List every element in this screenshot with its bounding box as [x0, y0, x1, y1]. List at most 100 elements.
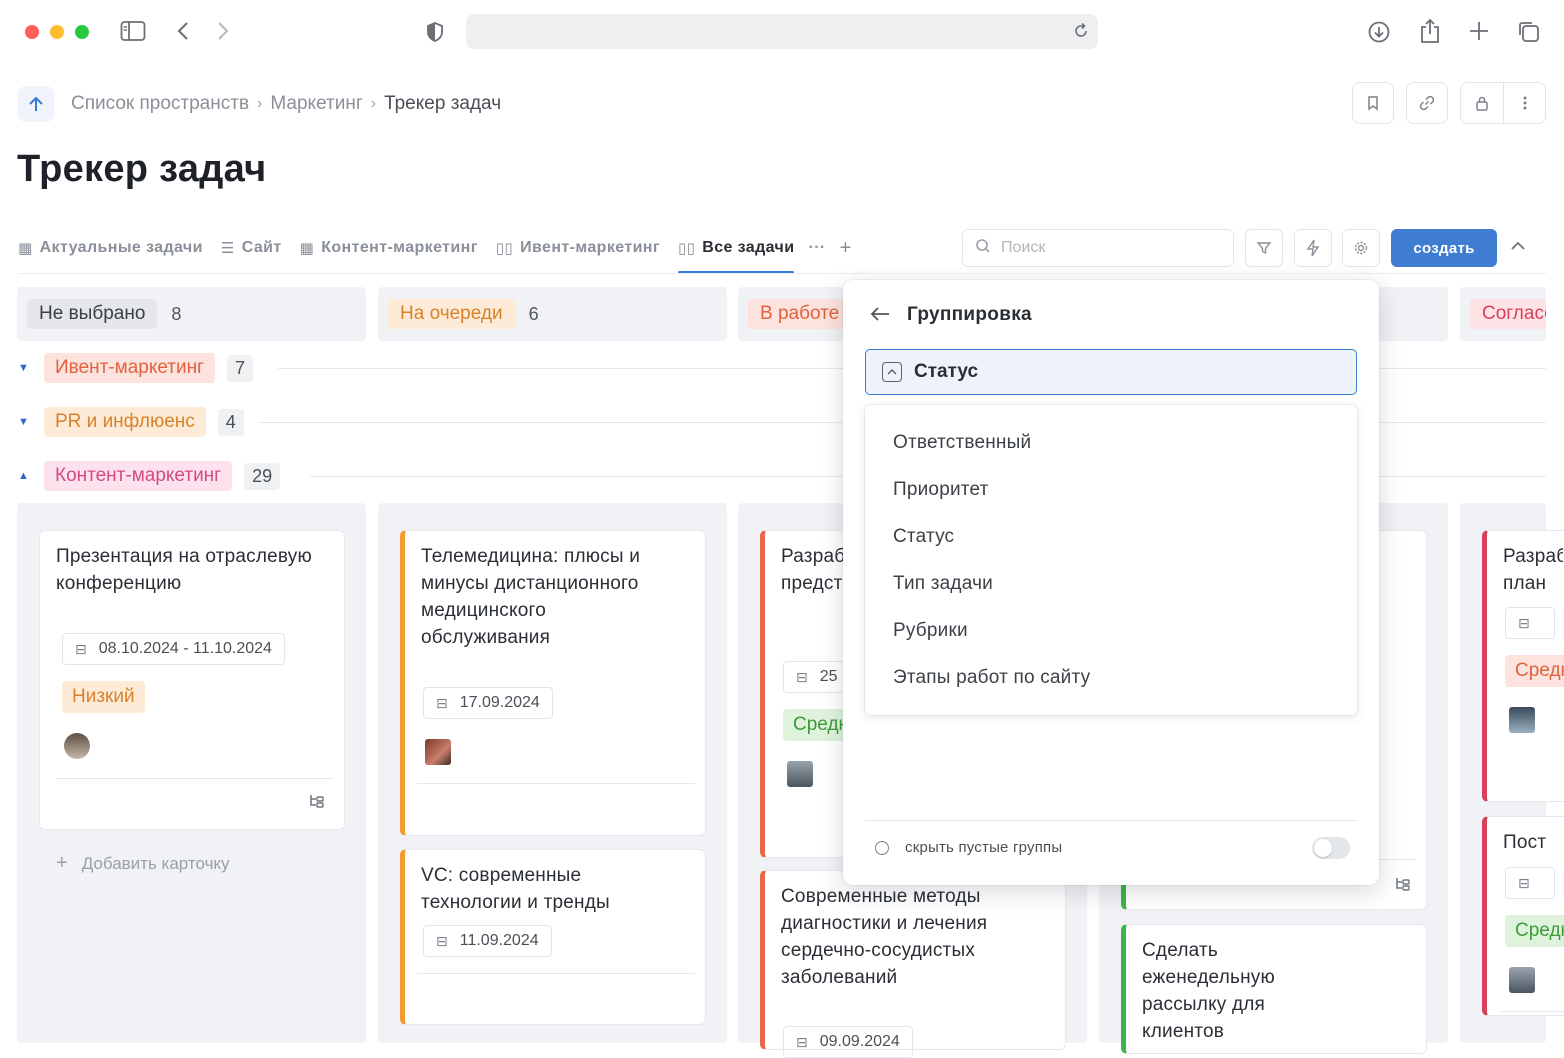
create-button[interactable]: создать	[1391, 229, 1497, 267]
card-title: VC: современные технологии и тренды	[421, 865, 610, 913]
priority-badge: Средний	[1505, 655, 1564, 687]
card-date[interactable]: ⊟ 11.09.2024	[423, 925, 552, 957]
grouping-option-status[interactable]: Статус	[893, 526, 954, 548]
grouping-option-priority[interactable]: Приоритет	[893, 479, 989, 501]
new-tab-icon[interactable]	[1468, 20, 1490, 46]
kanban-icon: ▯▯	[495, 240, 514, 257]
task-card[interactable]: Сделать еженедельную рассылку для клиент…	[1121, 924, 1427, 1054]
calendar-icon: ⊟	[796, 1033, 808, 1050]
page-actions	[1352, 82, 1546, 124]
address-bar[interactable]	[466, 14, 1098, 49]
calendar-icon: ⊟	[436, 694, 448, 711]
grouping-option-rubrics[interactable]: Рубрики	[893, 620, 968, 642]
avatar[interactable]	[425, 739, 451, 765]
filter-button[interactable]	[1245, 229, 1283, 267]
calendar-icon: ⊟	[1518, 614, 1530, 631]
bookmark-button[interactable]	[1352, 82, 1394, 124]
card-date[interactable]: ⊟ 17.09.2024	[423, 687, 553, 719]
back-arrow-button[interactable]	[869, 302, 891, 328]
minimize-window-button[interactable]	[50, 25, 64, 39]
task-card[interactable]: Телемедицина: плюсы и минусы дистанционн…	[400, 530, 706, 836]
settings-button[interactable]	[1342, 229, 1380, 267]
download-icon[interactable]	[1367, 20, 1391, 48]
swimlane-label: PR и инфлюенс	[44, 407, 206, 437]
automation-button[interactable]	[1294, 229, 1332, 267]
card-date-text: 11.09.2024	[459, 932, 539, 949]
breadcrumb-item-current: Трекер задач	[384, 93, 502, 114]
sidebar-icon[interactable]	[120, 20, 146, 46]
plus-icon: +	[56, 852, 68, 874]
avatar[interactable]	[1509, 967, 1535, 993]
add-view-button[interactable]: +	[840, 237, 852, 260]
grouping-option-site-stages[interactable]: Этапы работ по сайту	[893, 667, 1090, 689]
subtasks-icon[interactable]	[308, 793, 326, 814]
avatar[interactable]	[64, 733, 90, 759]
popup-title: Группировка	[907, 304, 1032, 325]
card-date[interactable]: ⊟ 08.10.2024 - 11.10.2024	[62, 633, 285, 665]
card-divider	[417, 973, 695, 974]
column-header-queued: На очереди 6	[378, 287, 727, 341]
expand-triangle-icon[interactable]: ▼	[18, 416, 29, 428]
grouping-select[interactable]: Статус	[865, 349, 1357, 395]
more-views-button[interactable]: ···	[808, 239, 825, 257]
reload-icon[interactable]	[1072, 22, 1090, 45]
tab-site[interactable]: ☰ Сайт	[221, 222, 282, 274]
tab-content-marketing[interactable]: ▦ Контент-маркетинг	[300, 222, 478, 274]
card-divider	[56, 778, 334, 779]
breadcrumb: Список пространств › Маркетинг › Трекер …	[18, 84, 501, 124]
breadcrumb-item-marketing[interactable]: Маркетинг	[270, 93, 362, 115]
avatar[interactable]	[787, 761, 813, 787]
task-card[interactable]: Пост ⊟ Средний	[1482, 816, 1564, 1016]
swimlane-content-marketing[interactable]: ▲ Контент-маркетинг 29	[18, 458, 281, 494]
kanban-icon: ▯▯	[677, 240, 696, 257]
tabs-icon[interactable]	[1517, 20, 1541, 48]
add-card-button[interactable]: + Добавить карточку	[56, 852, 230, 875]
subtasks-icon[interactable]	[1394, 876, 1412, 897]
priority-badge: Средний	[1505, 915, 1564, 947]
grouping-options-list: Ответственный Приоритет Статус Тип задач…	[865, 405, 1357, 715]
status-label: На очереди	[388, 299, 515, 329]
card-date[interactable]: ⊟ 09.09.2024	[783, 1026, 913, 1058]
more-menu-button[interactable]	[1503, 83, 1545, 123]
tab-label: Ивент-маркетинг	[520, 239, 660, 256]
swimlane-pr-influence[interactable]: ▼ PR и инфлюенс 4	[18, 404, 244, 440]
copy-link-button[interactable]	[1406, 82, 1448, 124]
breadcrumb-item-spaces[interactable]: Список пространств	[71, 93, 249, 115]
grouping-option-assignee[interactable]: Ответственный	[893, 432, 1031, 454]
expand-triangle-icon[interactable]: ▼	[18, 362, 29, 374]
chevron-up-icon	[882, 362, 902, 382]
close-window-button[interactable]	[25, 25, 39, 39]
forward-icon[interactable]	[216, 20, 230, 46]
swimlane-event-marketing[interactable]: ▼ Ивент-маркетинг 7	[18, 350, 254, 386]
table-icon: ▦	[18, 240, 33, 257]
task-card[interactable]: Современные методы диагностики и лечения…	[760, 870, 1066, 1058]
task-card[interactable]: Разработка план ⊟ Средний	[1482, 530, 1564, 802]
task-card[interactable]: VC: современные технологии и тренды ⊟ 11.…	[400, 849, 706, 1025]
column-count: 8	[171, 303, 182, 324]
card-date[interactable]: ⊟ 25	[783, 661, 851, 693]
swimlane-count: 29	[244, 462, 281, 490]
page-title: Трекер задач	[17, 148, 267, 190]
search-input[interactable]: Поиск	[962, 229, 1234, 267]
card-date[interactable]: ⊟	[1505, 607, 1555, 639]
share-icon[interactable]	[1419, 18, 1441, 48]
collapse-triangle-icon[interactable]: ▲	[18, 470, 29, 482]
tab-all-tasks[interactable]: ▯▯ Все задачи	[677, 222, 795, 274]
avatar[interactable]	[1509, 707, 1535, 733]
collapse-header-button[interactable]	[1510, 236, 1526, 257]
up-arrow-button[interactable]	[18, 86, 54, 122]
search-icon	[975, 238, 991, 259]
lock-button[interactable]	[1461, 83, 1503, 123]
card-date-text: 08.10.2024 - 11.10.2024	[98, 640, 272, 657]
hide-empty-groups-toggle[interactable]	[1312, 837, 1350, 859]
zoom-window-button[interactable]	[75, 25, 89, 39]
card-date[interactable]: ⊟	[1505, 867, 1555, 899]
breadcrumb-separator: ›	[370, 95, 377, 112]
grouping-option-task-type[interactable]: Тип задачи	[893, 573, 993, 595]
tab-event-marketing[interactable]: ▯▯ Ивент-маркетинг	[496, 222, 660, 274]
task-card[interactable]: Презентация на отраслевую конференцию ⊟ 0…	[39, 530, 345, 830]
back-icon[interactable]	[176, 20, 190, 46]
shield-icon[interactable]	[425, 21, 445, 47]
more-vertical-icon	[1523, 96, 1526, 110]
tab-actual-tasks[interactable]: ▦ Актуальные задачи	[18, 222, 203, 274]
